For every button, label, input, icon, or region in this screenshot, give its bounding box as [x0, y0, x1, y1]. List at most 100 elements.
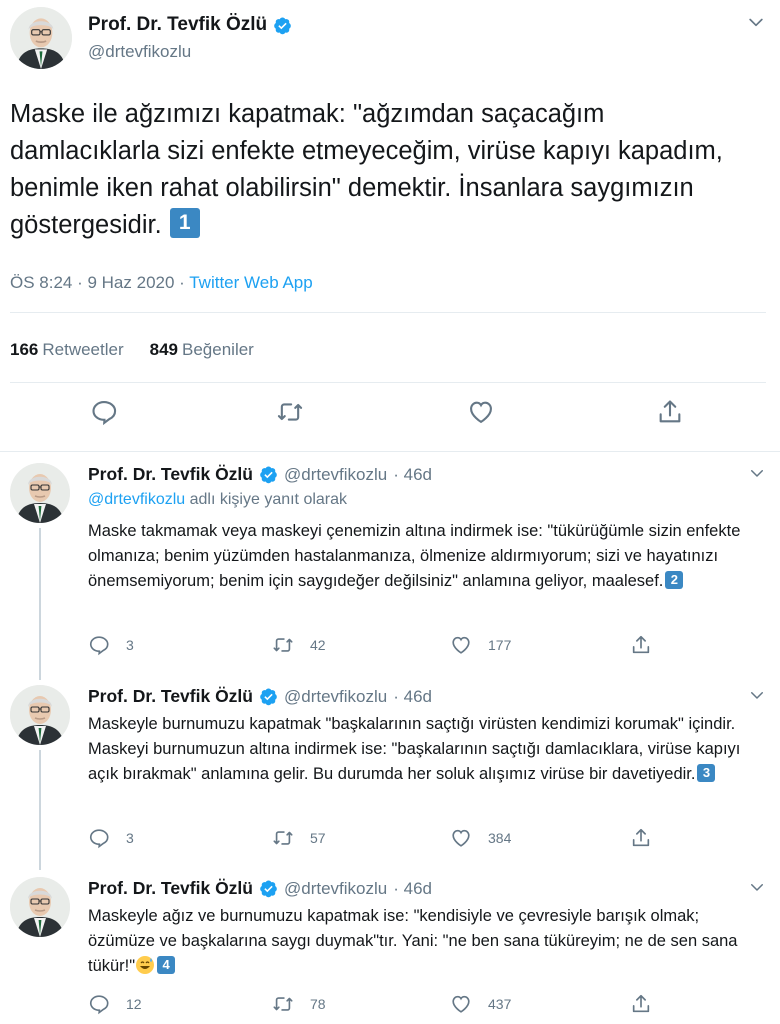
author-handle[interactable]: @drtevfikozlu [284, 687, 387, 707]
retweet-icon[interactable] [272, 993, 294, 1015]
avatar[interactable] [10, 463, 70, 523]
author-name[interactable]: Prof. Dr. Tevfik Özlü [88, 878, 253, 899]
tweet-text: Maskeyle ağız ve burnumuzu kapatmak ise:… [88, 904, 760, 979]
divider [10, 382, 766, 383]
like-icon[interactable] [467, 398, 495, 426]
author-handle[interactable]: @drtevfikozlu [284, 465, 387, 485]
reply-tweet[interactable]: Prof. Dr. Tevfik Özlü @drtevfikozlu · 46… [0, 872, 780, 1024]
retweet-action[interactable]: 42 [272, 634, 326, 656]
tweet-text-body: Maske ile ağzımızı kapatmak: "ağzımdan s… [10, 100, 723, 239]
author-name-row[interactable]: Prof. Dr. Tevfik Özlü [88, 14, 292, 36]
likes-label: Beğeniler [182, 340, 254, 359]
tweet-age[interactable]: · 46d [393, 687, 432, 707]
keycap-number-badge: 2 [665, 570, 684, 589]
main-tweet: Prof. Dr. Tevfik Özlü @drtevfikozlu Mask… [0, 0, 780, 452]
retweet-count: 78 [310, 996, 326, 1012]
avatar[interactable] [10, 7, 72, 69]
retweet-icon[interactable] [272, 634, 294, 656]
reply-header: Prof. Dr. Tevfik Özlü @drtevfikozlu · 46… [88, 686, 432, 707]
tweet-actions: 3 57 384 [88, 827, 688, 851]
divider [10, 312, 766, 313]
tweet-meta: ÖS 8:24 · 9 Haz 2020 · Twitter Web App [10, 273, 313, 293]
chevron-down-icon[interactable] [748, 686, 766, 704]
verified-badge-icon [259, 465, 278, 484]
tweet-source-app[interactable]: Twitter Web App [189, 273, 312, 292]
share-icon[interactable] [630, 993, 652, 1015]
tweet-text: Maske ile ağzımızı kapatmak: "ağzımdan s… [10, 96, 750, 244]
reply-action[interactable]: 3 [88, 634, 134, 656]
share-action[interactable] [630, 827, 652, 849]
replying-to: @drtevfikozlu adlı kişiye yanıt olarak [88, 491, 347, 509]
thread-line [39, 750, 41, 870]
chevron-down-icon[interactable] [748, 464, 766, 482]
share-action[interactable] [630, 993, 652, 1015]
avatar[interactable] [10, 877, 70, 937]
tweet-text-body: Maskeyle burnumuzu kapatmak "başkalarını… [88, 715, 741, 783]
tweet-age[interactable]: · 46d [393, 465, 432, 485]
tweet-timestamp[interactable]: ÖS 8:24 · 9 Haz 2020 · [10, 273, 189, 292]
reply-count: 12 [126, 996, 142, 1012]
reply-action[interactable]: 12 [88, 993, 142, 1015]
like-action[interactable]: 437 [450, 993, 511, 1015]
like-icon[interactable] [450, 993, 472, 1015]
author-name[interactable]: Prof. Dr. Tevfik Özlü [88, 686, 253, 707]
reply-icon[interactable] [90, 398, 118, 426]
reply-count: 3 [126, 637, 134, 653]
verified-badge-icon [259, 687, 278, 706]
author-name[interactable]: Prof. Dr. Tevfik Özlü [88, 14, 267, 36]
tweet-actions: 12 78 437 [88, 993, 688, 1017]
tweet-age[interactable]: · 46d [393, 879, 432, 899]
like-count: 177 [488, 637, 512, 653]
retweet-icon[interactable] [276, 398, 304, 426]
likes-stat[interactable]: 849 Beğeniler [150, 340, 254, 360]
author-handle[interactable]: @drtevfikozlu [284, 879, 387, 899]
like-action[interactable]: 384 [450, 827, 511, 849]
replying-to-label: adlı kişiye yanıt olarak [185, 491, 348, 508]
thread-line [39, 528, 41, 680]
reply-icon[interactable] [88, 827, 110, 849]
reply-tweet[interactable]: Prof. Dr. Tevfik Özlü @drtevfikozlu · 46… [0, 458, 780, 680]
likes-count: 849 [149, 340, 179, 359]
avatar[interactable] [10, 685, 70, 745]
keycap-number-badge: 4 [157, 955, 176, 974]
reply-header: Prof. Dr. Tevfik Özlü @drtevfikozlu · 46… [88, 878, 432, 899]
tweet-text-body: Maske takmamak veya maskeyi çenemizin al… [88, 522, 741, 590]
reply-icon[interactable] [88, 993, 110, 1015]
replying-to-link[interactable]: @drtevfikozlu [88, 491, 185, 508]
share-icon[interactable] [630, 827, 652, 849]
reply-icon[interactable] [88, 634, 110, 656]
retweet-count: 42 [310, 637, 326, 653]
share-action[interactable] [630, 634, 652, 656]
reply-action[interactable]: 3 [88, 827, 134, 849]
like-action[interactable]: 177 [450, 634, 511, 656]
author-name[interactable]: Prof. Dr. Tevfik Özlü [88, 464, 253, 485]
retweet-icon[interactable] [272, 827, 294, 849]
like-icon[interactable] [450, 634, 472, 656]
tweet-actions [0, 398, 780, 434]
retweet-action[interactable]: 57 [272, 827, 326, 849]
retweets-label: Retweetler [42, 340, 124, 359]
like-count: 384 [488, 830, 512, 846]
retweet-action[interactable]: 78 [272, 993, 326, 1015]
retweets-stat[interactable]: 166 Retweetler [10, 340, 124, 360]
tweet-actions: 3 42 177 [88, 634, 688, 658]
reply-tweet[interactable]: Prof. Dr. Tevfik Özlü @drtevfikozlu · 46… [0, 680, 780, 870]
tweet-stats: 166 Retweetler 849 Beğeniler [10, 340, 254, 360]
share-icon[interactable] [630, 634, 652, 656]
verified-badge-icon [259, 879, 278, 898]
chevron-down-icon[interactable] [748, 878, 766, 896]
like-icon[interactable] [450, 827, 472, 849]
author-handle[interactable]: @drtevfikozlu [88, 42, 191, 62]
chevron-down-icon[interactable] [746, 12, 766, 32]
retweets-count: 166 [10, 340, 39, 359]
retweet-count: 57 [310, 830, 326, 846]
grinning-sweat-emoji [136, 955, 155, 974]
share-icon[interactable] [656, 398, 684, 426]
reply-count: 3 [126, 830, 134, 846]
verified-badge-icon [273, 16, 292, 35]
reply-header: Prof. Dr. Tevfik Özlü @drtevfikozlu · 46… [88, 464, 432, 485]
like-count: 437 [488, 996, 512, 1012]
tweet-text-body: Maskeyle ağız ve burnumuzu kapatmak ise:… [88, 907, 738, 975]
tweet-text: Maskeyle burnumuzu kapatmak "başkalarını… [88, 712, 760, 787]
keycap-number-badge: 3 [697, 763, 716, 782]
